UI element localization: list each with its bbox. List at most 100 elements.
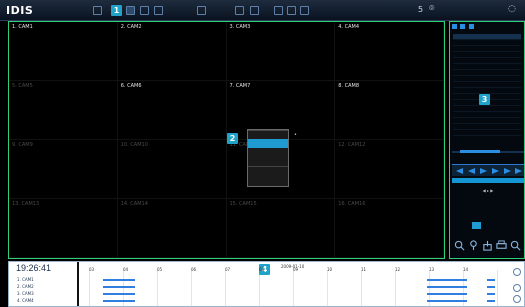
callout-3: 3 bbox=[479, 94, 490, 105]
recording-segment[interactable] bbox=[103, 293, 135, 295]
step-forward-icon[interactable] bbox=[492, 168, 499, 174]
camera-cell[interactable]: 3. CAM3 bbox=[226, 22, 336, 81]
recording-segment[interactable] bbox=[103, 300, 135, 302]
export-icon[interactable] bbox=[482, 240, 493, 251]
calendar-day[interactable] bbox=[508, 203, 517, 210]
camera-cell[interactable]: 16. CAM16 bbox=[335, 199, 444, 258]
calendar-day[interactable] bbox=[463, 222, 472, 229]
refresh-icon[interactable] bbox=[513, 284, 521, 292]
camera-cell[interactable]: 10. CAM10 bbox=[117, 140, 227, 199]
callout-2: 2 bbox=[227, 133, 238, 144]
calendar-day[interactable] bbox=[454, 203, 463, 210]
recording-segment[interactable] bbox=[487, 286, 495, 288]
context-menu-item[interactable] bbox=[248, 166, 288, 175]
close-icon[interactable]: ◌ bbox=[508, 4, 516, 14]
camera-cell[interactable]: 4. CAM4 bbox=[335, 22, 444, 81]
camera-cell[interactable]: 9. CAM9 bbox=[9, 140, 118, 199]
camera-label: 15. CAM15 bbox=[229, 201, 257, 207]
calendar-day[interactable] bbox=[463, 203, 472, 210]
recording-segment[interactable] bbox=[427, 300, 467, 302]
hour-label: 08 bbox=[259, 267, 265, 272]
timeline-cursor[interactable] bbox=[77, 262, 79, 306]
calendar-day[interactable] bbox=[508, 222, 517, 229]
camera-label: 13. CAM13 bbox=[12, 201, 40, 207]
calendar-day[interactable] bbox=[481, 222, 490, 229]
current-time: 19:26:41 bbox=[16, 263, 52, 273]
speed-bar[interactable] bbox=[452, 178, 524, 183]
event-list[interactable] bbox=[453, 34, 521, 144]
callout-1: 1 bbox=[111, 5, 122, 16]
panel-tab-icon[interactable] bbox=[468, 24, 474, 29]
calendar-day[interactable] bbox=[499, 222, 508, 229]
layout-4x4-icon[interactable] bbox=[197, 6, 206, 15]
camera-label: 12. CAM12 bbox=[338, 142, 366, 148]
pin-icon[interactable] bbox=[468, 240, 479, 251]
search-icon[interactable] bbox=[274, 6, 283, 15]
export-icon[interactable] bbox=[287, 6, 296, 15]
layout-2x2-icon[interactable] bbox=[140, 6, 149, 15]
print-icon[interactable] bbox=[496, 240, 507, 251]
context-menu-item[interactable] bbox=[248, 157, 288, 166]
play-icon[interactable] bbox=[480, 168, 487, 174]
calendar-day[interactable] bbox=[454, 222, 463, 229]
camera-cell[interactable]: 2. CAM2 bbox=[117, 22, 227, 81]
camera-label: 1. CAM1 bbox=[12, 24, 33, 30]
rewind-icon[interactable] bbox=[456, 168, 463, 174]
calendar-day[interactable] bbox=[499, 203, 508, 210]
camera-label: 4. CAM4 bbox=[338, 24, 360, 30]
camera-cell[interactable]: 6. CAM6 bbox=[117, 81, 227, 140]
sequence-icon[interactable] bbox=[235, 6, 244, 15]
recording-segment[interactable] bbox=[427, 293, 467, 295]
camera-cell[interactable]: 12. CAM12 bbox=[335, 140, 444, 199]
recording-segment[interactable] bbox=[103, 279, 135, 281]
recording-segment[interactable] bbox=[487, 293, 495, 295]
recording-segment[interactable] bbox=[487, 279, 495, 281]
hour-label: 05 bbox=[157, 267, 163, 272]
camera-cell[interactable]: 8. CAM8 bbox=[335, 81, 444, 140]
calendar-day[interactable] bbox=[490, 203, 499, 210]
context-menu-item[interactable] bbox=[248, 148, 288, 157]
camera-label: 9. CAM9 bbox=[12, 142, 33, 148]
layout-1x1-icon[interactable] bbox=[126, 6, 135, 15]
context-menu-item-selected[interactable] bbox=[248, 139, 288, 148]
hour-label: 14 bbox=[463, 267, 469, 272]
status-indicator: 5 bbox=[418, 5, 424, 14]
recording-segment[interactable] bbox=[427, 279, 467, 281]
panel-tab-icon[interactable] bbox=[460, 24, 466, 29]
recording-segment[interactable] bbox=[103, 286, 135, 288]
event-list-row[interactable] bbox=[453, 130, 521, 136]
camera-cell[interactable]: 14. CAM14 bbox=[117, 199, 227, 258]
layout-icon[interactable] bbox=[93, 6, 102, 15]
zoom-out-icon[interactable] bbox=[513, 295, 521, 303]
zoom-in-icon[interactable] bbox=[454, 240, 465, 251]
camera-label: 10. CAM10 bbox=[120, 142, 148, 148]
playback-controls bbox=[452, 164, 524, 176]
step-back-icon[interactable] bbox=[468, 168, 475, 174]
camera-label: 3. CAM3 bbox=[229, 24, 251, 30]
print-icon[interactable] bbox=[300, 6, 309, 15]
calendar-day[interactable] bbox=[472, 222, 481, 229]
camera-cell[interactable]: 1. CAM1 bbox=[9, 22, 118, 81]
layout-3x3-icon[interactable] bbox=[154, 6, 163, 15]
camera-cell[interactable]: 15. CAM15 bbox=[226, 199, 336, 258]
hour-label: 13 bbox=[429, 267, 435, 272]
context-menu-item[interactable] bbox=[248, 130, 288, 139]
recording-segment[interactable] bbox=[427, 286, 467, 288]
camera-cell[interactable]: 13. CAM13 bbox=[9, 199, 118, 258]
zoom-out-icon[interactable] bbox=[510, 240, 521, 251]
calendar-day[interactable] bbox=[490, 222, 499, 229]
hour-label: 06 bbox=[191, 267, 197, 272]
fullscreen-icon[interactable] bbox=[250, 6, 259, 15]
panel-tab-icon[interactable] bbox=[452, 24, 457, 29]
mini-timeline[interactable] bbox=[452, 149, 524, 156]
camera-icon[interactable]: ⌾ bbox=[429, 4, 434, 14]
camera-cell[interactable]: 5. CAM5 bbox=[9, 81, 118, 140]
calendar-day[interactable] bbox=[472, 203, 481, 210]
fast-forward-icon[interactable] bbox=[504, 168, 511, 174]
skip-end-icon[interactable] bbox=[515, 168, 522, 174]
hour-label: 11 bbox=[361, 267, 367, 272]
zoom-in-icon[interactable] bbox=[513, 268, 521, 276]
calendar-day[interactable] bbox=[481, 203, 490, 210]
timeline-camera-label: 3. CAM3 bbox=[17, 291, 34, 296]
recording-segment[interactable] bbox=[487, 300, 495, 302]
